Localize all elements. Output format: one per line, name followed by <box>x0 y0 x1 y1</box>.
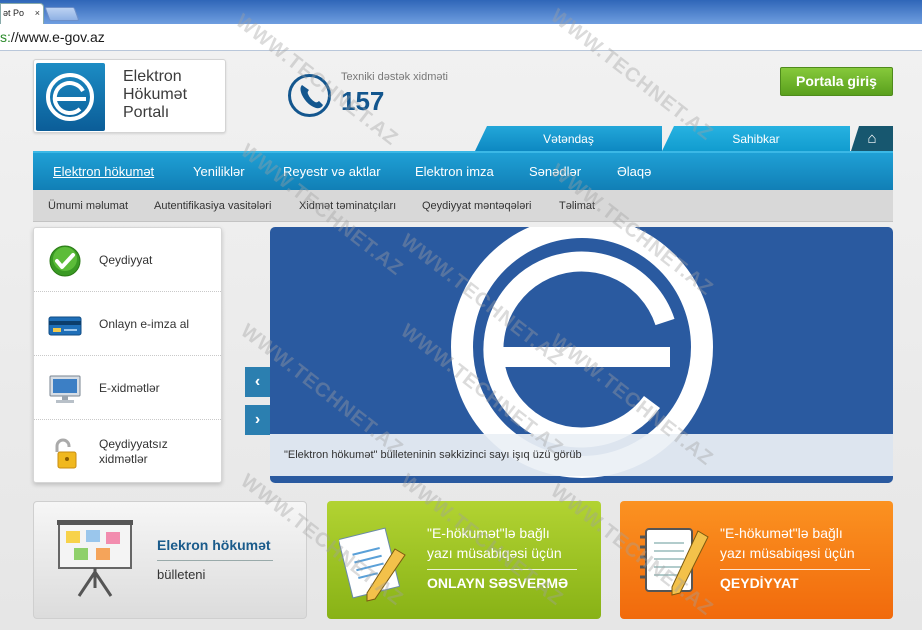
browser-tabstrip: ət Po × <box>0 0 922 24</box>
support-label: Texniki dəstək xidməti <box>341 71 448 83</box>
new-tab-button[interactable] <box>44 7 80 21</box>
page: Elektron Hökumət Portalı Texniki dəstək … <box>0 51 922 630</box>
address-bar[interactable]: s://www.e-gov.az <box>0 24 922 51</box>
nav-senedler[interactable]: Sənədlər <box>529 153 581 190</box>
bulletin-title: Elekron hökumət <box>157 537 271 553</box>
hero-slider[interactable]: "Elektron hökumət" bülleteninin səkkizin… <box>270 227 893 483</box>
registration-banner[interactable]: "E-hökumət"lə bağlı yazı müsabiqəsi üçün… <box>620 501 893 619</box>
vote-line1: "E-hökumət"lə bağlı <box>427 525 550 541</box>
registration-divider <box>720 569 870 570</box>
card-icon <box>48 316 82 336</box>
support-info: Texniki dəstək xidməti 157 <box>287 71 487 121</box>
nav-elektron-imza[interactable]: Elektron imza <box>415 153 494 190</box>
browser-tab[interactable]: ət Po × <box>0 3 44 24</box>
tab-citizen[interactable]: Vətəndaş <box>475 126 662 151</box>
side-item-e-xidmetler[interactable]: E-xidmətlər <box>34 356 221 420</box>
registration-line1: "E-hökumət"lə bağlı <box>720 525 843 541</box>
checkmark-icon <box>49 245 81 277</box>
side-item-label: E-xidmətlər <box>99 380 160 395</box>
registration-line2: yazı müsabiqəsi üçün <box>720 545 855 561</box>
side-menu: Qeydiyyat Onlayn e-imza al E-xidmətlər Q… <box>33 227 222 483</box>
sub-nav: Ümumi məlumat Autentifikasiya vasitələri… <box>33 190 893 222</box>
side-item-label: Onlayn e-imza al <box>99 316 190 331</box>
tab-close-icon[interactable]: × <box>35 4 40 23</box>
url-text[interactable]: s://www.e-gov.az <box>0 29 105 45</box>
subnav-telimat[interactable]: Təlimat <box>559 190 595 222</box>
vote-line2: yazı müsabiqəsi üçün <box>427 545 562 561</box>
nav-elaqe[interactable]: Əlaqə <box>617 153 651 190</box>
support-number: 157 <box>341 86 385 116</box>
bulletin-divider <box>157 560 273 561</box>
nav-elektron-hokumet[interactable]: Elektron hökumət <box>53 153 154 190</box>
nav-reyestr[interactable]: Reyestr və aktlar <box>283 153 381 190</box>
vote-divider <box>427 569 577 570</box>
side-item-qeydiyyatsiz[interactable]: Qeydiyyatsız xidmətlər <box>34 420 221 484</box>
side-item-onlayn-e-imza[interactable]: Onlayn e-imza al <box>34 292 221 356</box>
slider-next-button[interactable]: › <box>245 405 270 435</box>
vote-action: ONLAYN SƏSVERMƏ <box>427 575 569 591</box>
phone-icon <box>288 74 331 117</box>
notebook-pencil-icon <box>640 528 709 596</box>
monitor-icon <box>49 375 81 403</box>
side-item-qeydiyyat[interactable]: Qeydiyyat <box>34 228 221 292</box>
online-vote-banner[interactable]: "E-hökumət"lə bağlı yazı müsabiqəsi üçün… <box>327 501 601 619</box>
egov-logo-icon <box>36 63 105 131</box>
board-icon <box>57 520 133 597</box>
unlock-icon <box>55 438 77 469</box>
portal-logo[interactable]: Elektron Hökumət Portalı <box>33 59 226 133</box>
document-pen-icon <box>339 527 406 602</box>
logo-text: Elektron Hökumət Portalı <box>123 68 188 121</box>
bulletin-subtitle: bülleteni <box>157 567 206 582</box>
subnav-umumi-melumat[interactable]: Ümumi məlumat <box>48 190 128 222</box>
bulletin-banner[interactable]: Elekron hökumət bülleteni <box>33 501 307 619</box>
nav-yenilikler[interactable]: Yeniliklər <box>193 153 245 190</box>
side-item-label: Qeydiyyat <box>99 252 153 267</box>
tab-business[interactable]: Sahibkar <box>662 126 850 151</box>
home-icon[interactable]: ⌂ <box>851 126 893 151</box>
side-item-label: Qeydiyyatsız xidmətlər <box>99 437 168 466</box>
subnav-qeydiyyat-menteqeleri[interactable]: Qeydiyyat məntəqələri <box>422 190 531 222</box>
portal-login-button[interactable]: Portala giriş <box>780 67 893 96</box>
subnav-autentifikasiya[interactable]: Autentifikasiya vasitələri <box>154 190 271 222</box>
slider-caption[interactable]: "Elektron hökumət" bülleteninin səkkizin… <box>270 434 893 476</box>
main-nav: Elektron hökumət Yeniliklər Reyestr və a… <box>33 151 893 190</box>
slider-prev-button[interactable]: ‹ <box>245 367 270 397</box>
registration-action: QEYDİYYAT <box>720 575 799 591</box>
tab-title: ət Po <box>3 8 25 18</box>
subnav-xidmet-teminatcilari[interactable]: Xidmət təminatçıları <box>299 190 396 222</box>
